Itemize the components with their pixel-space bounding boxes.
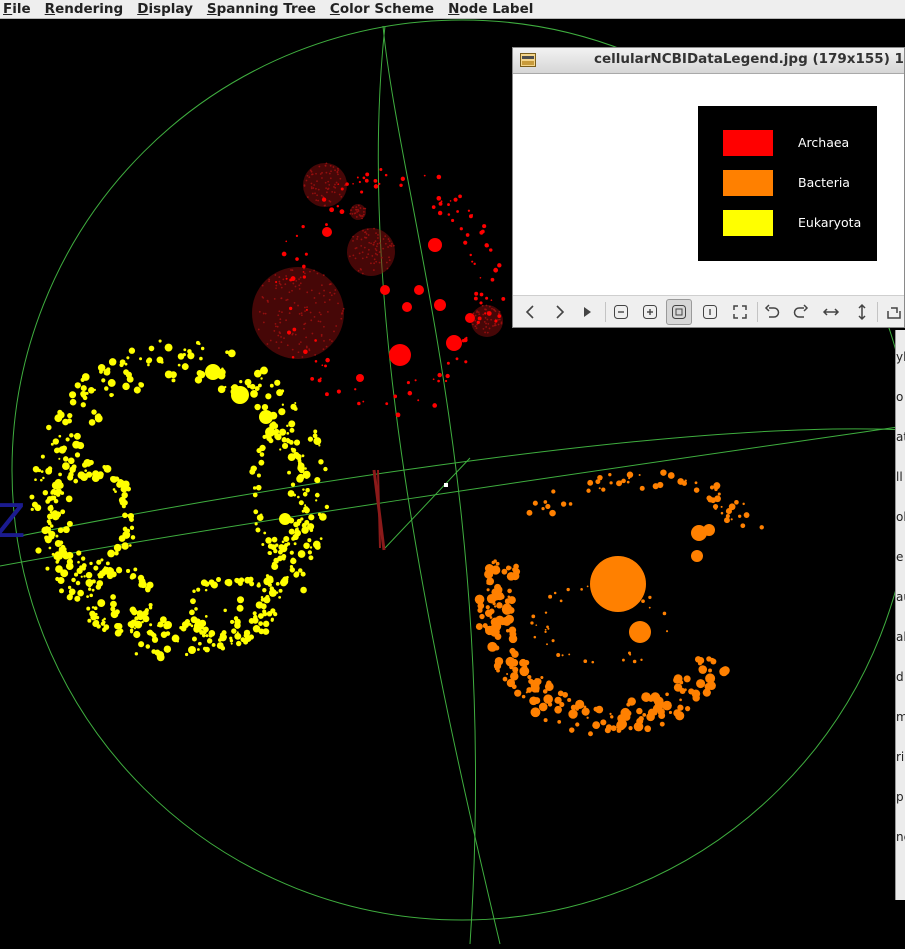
viewer-title: cellularNCBIDataLegend.jpg (179x155) 1 bbox=[594, 51, 904, 67]
zoom-in-button[interactable] bbox=[637, 299, 663, 325]
slideshow-button[interactable] bbox=[574, 299, 600, 325]
legend-swatch-eukaryota bbox=[723, 210, 773, 236]
menu-node-label[interactable]: Node Label bbox=[446, 1, 533, 18]
legend-swatch-archaea bbox=[723, 130, 773, 156]
equator-line-1 bbox=[0, 425, 905, 567]
previous-icon bbox=[525, 305, 534, 319]
tree-edge bbox=[384, 457, 471, 549]
fullscreen-button[interactable] bbox=[727, 299, 753, 325]
toolbar-separator bbox=[605, 302, 606, 322]
legend-row-archaea: Archaea bbox=[698, 130, 877, 156]
side-panel-text: e bbox=[896, 550, 904, 564]
zoom-original-icon bbox=[703, 305, 717, 319]
fullscreen-icon bbox=[733, 305, 747, 319]
legend-row-bacteria: Bacteria bbox=[698, 170, 877, 196]
menu-file[interactable]: File bbox=[0, 1, 31, 18]
image-file-icon bbox=[520, 53, 536, 67]
root-node-marker bbox=[372, 469, 448, 551]
previous-button[interactable] bbox=[518, 299, 544, 325]
legend-label-eukaryota: Eukaryota bbox=[798, 215, 862, 230]
legend-image: Archaea Bacteria Eukaryota bbox=[698, 106, 877, 261]
zoom-fit-icon bbox=[672, 305, 686, 319]
side-panel-text: o bbox=[896, 390, 904, 404]
export-icon bbox=[887, 307, 901, 319]
menu-spanning-tree[interactable]: Spanning Tree bbox=[205, 1, 316, 18]
next-icon bbox=[556, 305, 565, 319]
legend-label-bacteria: Bacteria bbox=[798, 175, 850, 190]
export-button[interactable] bbox=[881, 299, 904, 325]
side-panel-text: p bbox=[896, 790, 904, 804]
side-panel-text: nc bbox=[896, 830, 905, 844]
meridian-line-1 bbox=[377, 25, 501, 945]
side-panel-text: ala bbox=[896, 630, 905, 644]
side-panel-text: ri bbox=[896, 750, 905, 764]
zoom-out-button[interactable] bbox=[608, 299, 634, 325]
flip-horizontal-button[interactable] bbox=[818, 299, 844, 325]
menu-display[interactable]: Display bbox=[135, 1, 193, 18]
z-axis-label: Z bbox=[0, 494, 26, 548]
menu-color-scheme[interactable]: Color Scheme bbox=[328, 1, 434, 18]
side-panel-text: au bbox=[896, 590, 905, 604]
rotate-left-button[interactable] bbox=[759, 299, 785, 325]
toolbar-separator bbox=[877, 302, 878, 322]
rotate-right-button[interactable] bbox=[788, 299, 814, 325]
side-panel: yl o at ll ob e au ala d m ri p nc bbox=[895, 330, 905, 900]
side-panel-text: yl bbox=[896, 350, 905, 364]
zoom-fit-button[interactable] bbox=[666, 299, 692, 325]
side-panel-text: d bbox=[896, 670, 904, 684]
side-panel-text: at bbox=[896, 430, 905, 444]
image-viewer-window[interactable]: cellularNCBIDataLegend.jpg (179x155) 1 A… bbox=[512, 47, 905, 328]
menu-bar: File Rendering Display Spanning Tree Col… bbox=[0, 0, 905, 19]
legend-label-archaea: Archaea bbox=[798, 135, 850, 150]
side-panel-text: m bbox=[896, 710, 905, 724]
flip-horizontal-icon bbox=[822, 308, 840, 316]
rotate-left-icon bbox=[764, 304, 780, 318]
rotate-right-icon bbox=[793, 304, 809, 318]
zoom-original-button[interactable] bbox=[697, 299, 723, 325]
legend-row-eukaryota: Eukaryota bbox=[698, 210, 877, 236]
flip-vertical-button[interactable] bbox=[849, 299, 875, 325]
meridian-line-2 bbox=[382, 25, 477, 945]
viewer-toolbar bbox=[513, 295, 904, 327]
menu-rendering[interactable]: Rendering bbox=[43, 1, 124, 18]
side-panel-text: ll bbox=[896, 470, 903, 484]
legend-swatch-bacteria bbox=[723, 170, 773, 196]
eukaryota-cluster[interactable] bbox=[29, 339, 330, 662]
slideshow-icon bbox=[584, 307, 591, 317]
zoom-in-icon bbox=[643, 305, 657, 319]
toolbar-separator bbox=[757, 302, 758, 322]
viewer-titlebar[interactable]: cellularNCBIDataLegend.jpg (179x155) 1 bbox=[513, 48, 904, 74]
next-button[interactable] bbox=[546, 299, 572, 325]
bacteria-cluster[interactable] bbox=[474, 469, 764, 737]
side-panel-text: ob bbox=[896, 510, 905, 524]
flip-vertical-icon bbox=[858, 303, 866, 321]
zoom-out-icon bbox=[614, 305, 628, 319]
